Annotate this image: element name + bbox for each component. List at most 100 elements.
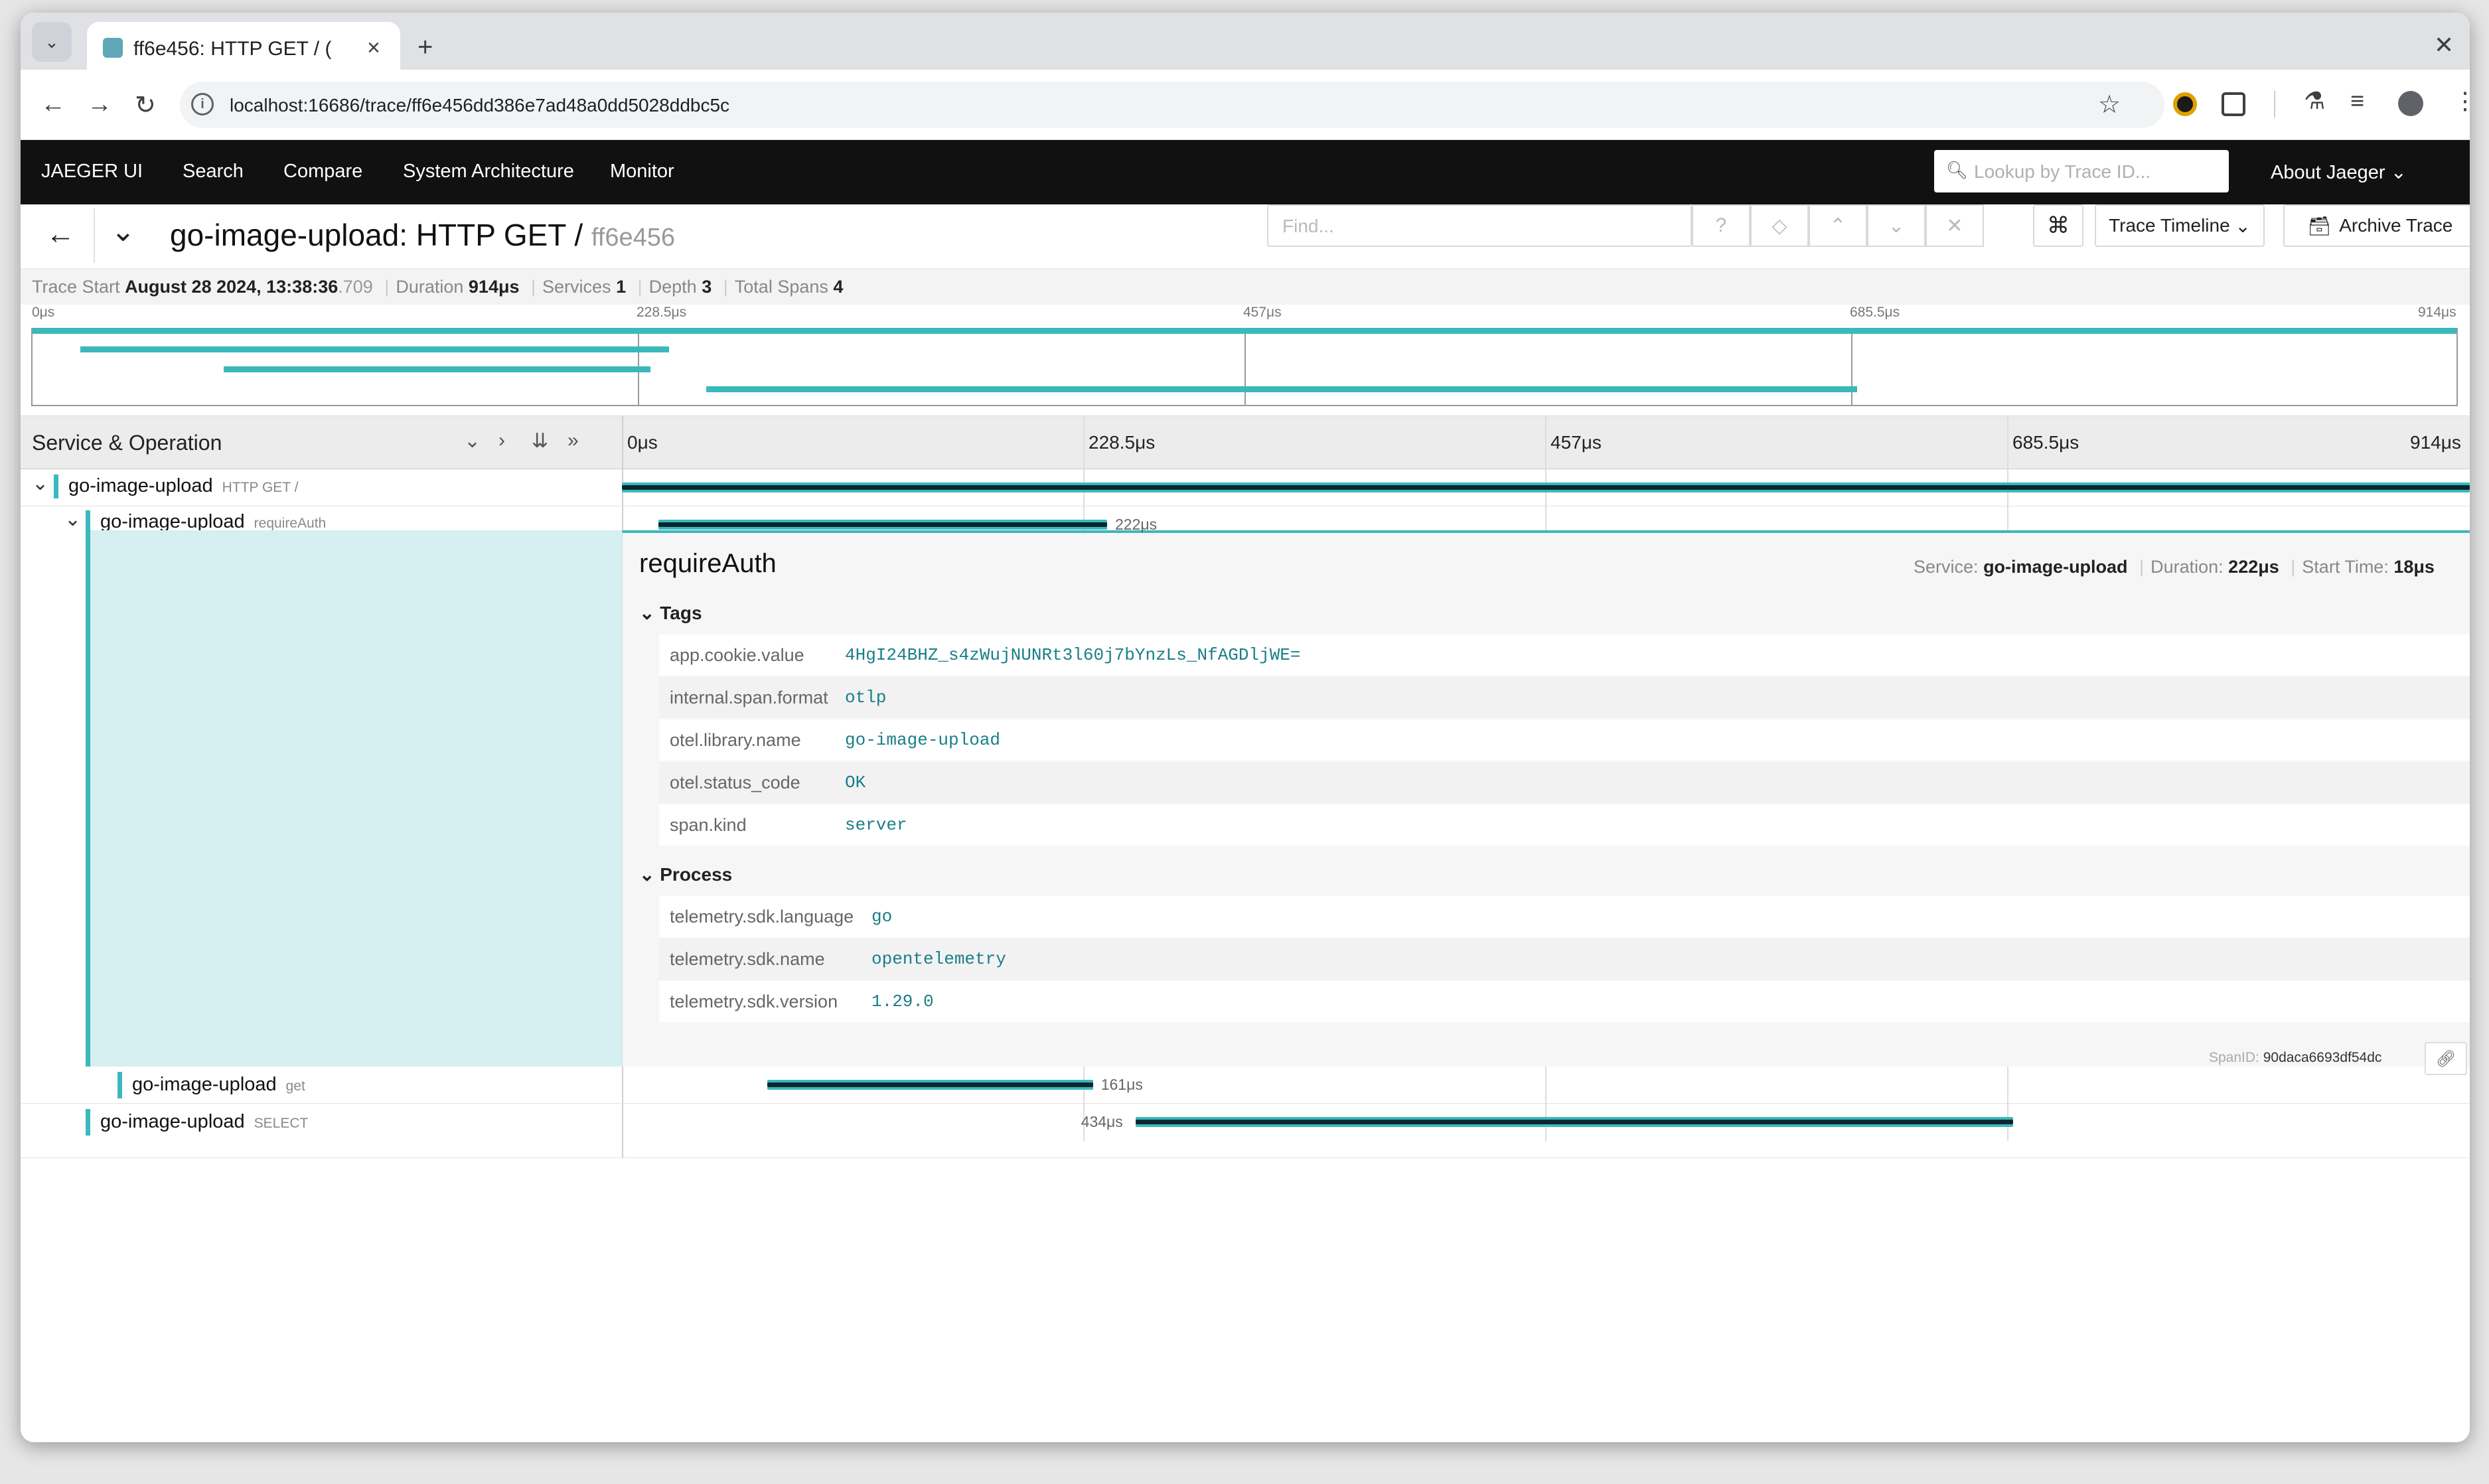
kv-value[interactable]: 4HgI24BHZ_s4zWujNUNRt3l60j7bYnzLs_NfAGDl… [845,645,1301,665]
collapse-one-icon[interactable]: ⌄ [464,429,481,453]
bookmark-star-icon[interactable]: ☆ [2098,90,2121,119]
back-icon[interactable]: ← [40,90,66,119]
minimap-tick: 457μs [1243,305,1282,321]
kv-key: telemetry.sdk.language [659,907,871,927]
clear-find-icon[interactable]: ✕ [1925,204,1984,247]
kv-key: telemetry.sdk.name [659,949,871,970]
span-name[interactable]: go-image-uploadSELECT [100,1111,308,1133]
header-gridline [1545,416,1546,469]
process-section-toggle[interactable]: ⌄ Process [639,863,732,885]
kv-row[interactable]: telemetry.sdk.languagego [659,896,2470,937]
kv-row[interactable]: telemetry.sdk.nameopentelemetry [659,938,2470,980]
lookup-placeholder: Lookup by Trace ID... [1974,161,2150,183]
kv-key: otel.library.name [659,730,845,751]
collapse-chevron-icon[interactable]: ⌄ [111,214,135,248]
span-name[interactable]: go-image-uploadHTTP GET / [68,475,298,497]
locate-icon[interactable]: ◇ [1750,204,1809,247]
span-bar-critical-path [1136,1120,2013,1124]
timeline-tick: 685.5μs [2012,432,2079,453]
forward-icon[interactable]: → [87,90,112,119]
span-detail-title: requireAuth [639,549,777,579]
kv-row[interactable]: span.kindserver [659,804,2470,846]
kv-value[interactable]: 1.29.0 [871,992,934,1011]
find-placeholder: Find... [1282,216,1334,237]
keyboard-shortcuts-icon[interactable]: ⌘ [2033,204,2083,247]
minimap-span-bar [706,386,1857,392]
kv-row[interactable]: app.cookie.value4HgI24BHZ_s4zWujNUNRt3l6… [659,634,2470,676]
tab-search-icon[interactable]: ⌄ [32,22,72,62]
kv-value[interactable]: go [871,907,892,927]
jaeger-brand[interactable]: JAEGER UI [41,161,143,183]
service-operation-title: Service & Operation [32,431,222,455]
toolbar-divider [2274,91,2275,117]
span-duration-label: 161μs [1101,1076,1143,1094]
minimap-span-bar [33,328,2456,334]
header-gridline [1083,416,1085,469]
url-text[interactable]: localhost:16686/trace/ff6e456dd386e7ad48… [230,95,729,116]
span-name[interactable]: go-image-uploadget [132,1074,305,1096]
back-arrow-icon[interactable]: ← [46,218,75,251]
nav-compare[interactable]: Compare [283,161,362,183]
trace-minimap[interactable]: 0μs 228.5μs 457μs 685.5μs 914μs [21,305,2470,416]
collapse-all-icon[interactable]: » [567,429,579,452]
timeline-header [21,416,2470,469]
help-icon[interactable]: ? [1692,204,1750,247]
trace-summary: Trace Start August 28 2024, 13:38:36.709… [32,277,843,297]
nav-system-architecture[interactable]: System Architecture [403,161,574,183]
span-toggle-icon[interactable]: ⌄ [32,472,48,495]
kv-key: app.cookie.value [659,645,845,666]
span-duration-label: 434μs [1081,1113,1123,1131]
browser-window: ⌄ ff6e456: HTTP GET / ( × + ✕ ← → ↻ i lo… [21,13,2470,1442]
jaeger-favicon-icon [103,38,123,58]
reload-icon[interactable]: ↻ [135,90,156,120]
kv-row[interactable]: telemetry.sdk.version1.29.0 [659,981,2470,1022]
tags-section-toggle[interactable]: ⌄ Tags [639,602,702,624]
minimap-tick: 228.5μs [637,305,686,321]
header-gridline [2007,416,2008,469]
kv-value[interactable]: opentelemetry [871,949,1006,969]
span-row[interactable] [21,1067,2470,1104]
search-icon: 🔍︎ [1946,160,1968,181]
archive-icon: 🗃 [2308,215,2332,237]
expand-all-icon[interactable]: ⇊ [532,429,548,453]
new-tab-icon[interactable]: + [417,33,433,62]
span-toggle-icon[interactable]: ⌄ [64,508,81,531]
minimap-span-bar [80,346,669,352]
expand-one-icon[interactable]: › [498,429,505,452]
span-row-selected[interactable] [21,506,2470,530]
span-duration-label: 222μs [1115,516,1157,534]
nav-search[interactable]: Search [183,161,244,183]
kv-value[interactable]: go-image-upload [845,730,1000,750]
row-gridline [1545,1067,1546,1141]
prev-match-icon[interactable]: ⌃ [1809,204,1867,247]
trace-title: go-image-upload: HTTP GET / ff6e456 [170,217,675,253]
extension-icon[interactable] [2173,92,2197,116]
window-close-icon[interactable]: ✕ [2434,31,2454,59]
next-match-icon[interactable]: ⌄ [1867,204,1925,247]
site-info-icon[interactable]: i [191,93,214,115]
browser-menu-icon[interactable]: ⋮ [2453,87,2470,115]
profile-avatar-icon[interactable] [2398,91,2423,116]
timeline-tick: 914μs [2410,432,2461,453]
kv-row[interactable]: otel.status_codeOK [659,762,2470,803]
header-divider [94,208,95,263]
extensions-puzzle-icon[interactable] [2222,92,2245,116]
span-row[interactable] [21,1104,2470,1158]
labs-flask-icon[interactable]: ⚗ [2304,87,2325,115]
kv-value[interactable]: OK [845,773,866,792]
media-playlist-icon[interactable]: ≡ [2350,87,2364,115]
minimap-gridline [1851,328,1852,406]
timeline-tick: 457μs [1550,432,1602,453]
kv-value[interactable]: server [845,815,907,835]
kv-key: span.kind [659,815,845,836]
archive-trace-button[interactable]: 🗃Archive Trace [2283,204,2470,247]
span-id: SpanID: 90daca6693df54dc [2209,1050,2381,1066]
kv-value[interactable]: otlp [845,688,886,707]
about-jaeger-menu[interactable]: About Jaeger ⌄ [2271,161,2407,184]
minimap-tick: 685.5μs [1850,305,1900,321]
kv-row[interactable]: otel.library.namego-image-upload [659,719,2470,761]
tab-close-icon[interactable]: × [367,35,380,61]
trace-timeline-dropdown[interactable]: Trace Timeline ⌄ [2095,204,2265,247]
kv-row[interactable]: internal.span.formatotlp [659,677,2470,718]
nav-monitor[interactable]: Monitor [610,161,674,183]
